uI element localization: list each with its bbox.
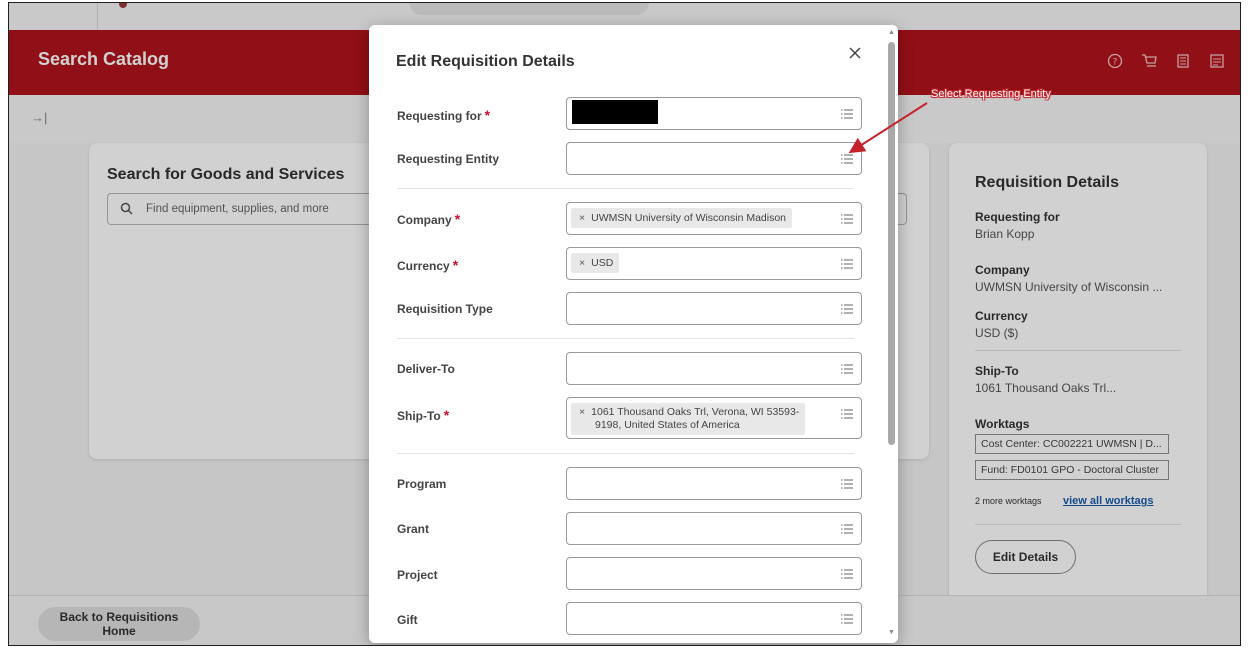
- currency-chip-value: USD: [591, 257, 614, 269]
- dialog-scrollbar-thumb[interactable]: [888, 42, 895, 445]
- list-icon[interactable]: [841, 567, 853, 579]
- list-icon[interactable]: [841, 152, 853, 164]
- chip-remove-icon[interactable]: ×: [579, 257, 585, 269]
- section-divider: [397, 188, 854, 189]
- ship-to-chip: × 1061 Thousand Oaks Trl, Verona, WI 5359…: [571, 403, 806, 435]
- requisition-type-field[interactable]: [566, 292, 862, 325]
- ship-to-label: Ship-To *: [397, 407, 449, 423]
- requesting-entity-label: Requesting Entity: [397, 152, 500, 166]
- project-field[interactable]: [566, 557, 862, 590]
- list-icon[interactable]: [841, 302, 853, 314]
- required-marker: *: [484, 107, 491, 123]
- ship-to-chip-line2: 9198, United States of America: [595, 419, 740, 431]
- section-divider: [397, 338, 854, 339]
- gift-field[interactable]: [566, 602, 862, 635]
- requesting-for-label: Requesting for *: [397, 107, 490, 123]
- ship-to-field[interactable]: × 1061 Thousand Oaks Trl, Verona, WI 5359…: [566, 397, 862, 439]
- company-chip-value: UWMSN University of Wisconsin Madison: [591, 212, 787, 224]
- ship-to-chip-line1: 1061 Thousand Oaks Trl, Verona, WI 53593…: [591, 406, 800, 418]
- company-label-text: Company: [397, 213, 452, 227]
- list-icon[interactable]: [841, 522, 853, 534]
- company-field[interactable]: × UWMSN University of Wisconsin Madison: [566, 202, 862, 235]
- chip-remove-icon[interactable]: ×: [579, 406, 585, 418]
- requesting-entity-field[interactable]: [566, 142, 862, 175]
- currency-label: Currency *: [397, 257, 458, 273]
- redacted-value: [572, 100, 658, 124]
- scroll-up-arrow-icon[interactable]: ▲: [888, 29, 895, 36]
- requesting-for-label-text: Requesting for: [397, 109, 482, 123]
- section-divider: [397, 453, 854, 454]
- list-icon[interactable]: [841, 212, 853, 224]
- company-chip: × UWMSN University of Wisconsin Madison: [571, 208, 793, 228]
- company-label: Company *: [397, 211, 460, 227]
- required-marker: *: [454, 211, 461, 227]
- annotation-callout: Select Requesting Entity: [931, 88, 1051, 100]
- list-icon[interactable]: [841, 362, 853, 374]
- program-label: Program: [397, 477, 447, 491]
- deliver-to-field[interactable]: [566, 352, 862, 385]
- currency-chip: × USD: [571, 253, 620, 273]
- edit-requisition-dialog: Edit Requisition Details Requesting for *…: [369, 25, 898, 643]
- project-label: Project: [397, 568, 438, 582]
- program-field[interactable]: [566, 467, 862, 500]
- deliver-to-label: Deliver-To: [397, 362, 455, 376]
- required-marker: *: [443, 407, 450, 423]
- list-icon[interactable]: [841, 257, 853, 269]
- app-screen: Search Catalog ? →| Search for Goods and…: [8, 2, 1241, 646]
- dialog-title: Edit Requisition Details: [396, 53, 575, 70]
- currency-label-text: Currency: [397, 259, 450, 273]
- list-icon[interactable]: [841, 407, 853, 419]
- list-icon[interactable]: [841, 477, 853, 489]
- scroll-down-arrow-icon[interactable]: ▼: [888, 629, 895, 636]
- grant-label: Grant: [397, 522, 430, 536]
- currency-field[interactable]: × USD: [566, 247, 862, 280]
- grant-field[interactable]: [566, 512, 862, 545]
- list-icon[interactable]: [841, 612, 853, 624]
- gift-label: Gift: [397, 613, 418, 627]
- chip-remove-icon[interactable]: ×: [579, 212, 585, 224]
- requesting-for-field[interactable]: [566, 97, 862, 130]
- ship-to-label-text: Ship-To: [397, 409, 441, 423]
- close-icon[interactable]: [845, 43, 865, 63]
- required-marker: *: [452, 257, 459, 273]
- requisition-type-label: Requisition Type: [397, 302, 493, 316]
- list-icon[interactable]: [841, 107, 853, 119]
